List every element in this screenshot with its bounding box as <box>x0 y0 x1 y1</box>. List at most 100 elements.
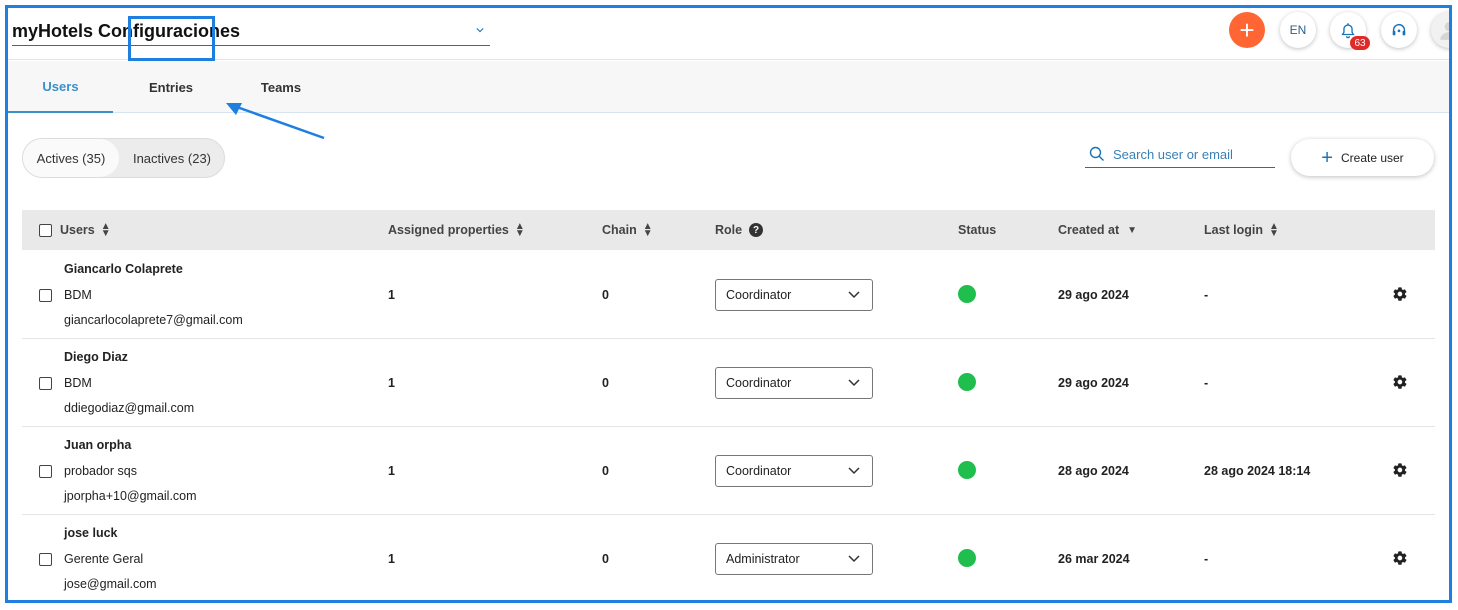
col-created-at-label: Created at <box>1058 223 1120 237</box>
language-button[interactable]: EN <box>1280 12 1316 48</box>
select-all-checkbox-cell <box>39 210 52 250</box>
role-select-value: Administrator <box>726 552 800 566</box>
user-email: ddiegodiaz@gmail.com <box>64 401 195 415</box>
status-indicator <box>958 549 976 567</box>
col-assigned-properties-label: Assigned properties <box>388 223 509 237</box>
search-icon <box>1089 146 1104 161</box>
sort-icon: ▲ ▼ <box>100 221 111 239</box>
status-filter: Actives (35) Inactives (23) <box>22 138 225 178</box>
chain-value: 0 <box>602 376 609 390</box>
notification-badge: 63 <box>1350 36 1370 50</box>
col-assigned-properties[interactable]: Assigned properties ▲ ▼ <box>388 210 525 250</box>
col-users[interactable]: Users ▲ ▼ <box>60 210 111 250</box>
top-header: myHotels Configuraciones + EN 63 <box>8 8 1449 60</box>
hotel-selector[interactable]: myHotels Configuraciones <box>12 18 490 46</box>
notifications-button[interactable]: 63 <box>1330 12 1370 50</box>
col-role: Role ? <box>715 210 764 250</box>
col-chain[interactable]: Chain ▲ ▼ <box>602 210 653 250</box>
search-input[interactable] <box>1113 146 1273 162</box>
assigned-properties-value: 1 <box>388 288 395 302</box>
sort-desc-icon: ▼ <box>1127 224 1138 236</box>
created-at-value: 26 mar 2024 <box>1058 552 1130 566</box>
chevron-down-icon <box>848 379 860 387</box>
plus-icon: + <box>1321 146 1333 169</box>
user-name: Giancarlo Colaprete <box>64 262 183 276</box>
last-login-value: - <box>1204 376 1209 390</box>
gear-icon[interactable] <box>1392 462 1408 478</box>
user-name: jose luck <box>64 526 118 540</box>
status-indicator <box>958 461 976 479</box>
plus-icon: + <box>1239 15 1255 45</box>
col-last-login[interactable]: Last login ▲ ▼ <box>1204 210 1279 250</box>
role-select[interactable]: Administrator <box>715 543 873 575</box>
col-created-at[interactable]: Created at ▼ <box>1058 210 1137 250</box>
gear-icon[interactable] <box>1392 286 1408 302</box>
chevron-down-icon <box>848 291 860 299</box>
table-header: Users ▲ ▼ Assigned properties ▲ ▼ Chain ▲ ▼… <box>22 210 1435 250</box>
add-button[interactable]: + <box>1229 12 1265 48</box>
search-box <box>1085 141 1275 168</box>
last-login-value: - <box>1204 552 1209 566</box>
create-user-button[interactable]: + Create user <box>1291 139 1434 176</box>
role-select[interactable]: Coordinator <box>715 455 873 487</box>
tab-users[interactable]: Users <box>8 61 113 113</box>
created-at-value: 29 ago 2024 <box>1058 288 1129 302</box>
avatar[interactable] <box>1431 12 1449 48</box>
headset-icon <box>1392 23 1406 36</box>
chevron-down-icon <box>848 467 860 475</box>
user-name: Juan orpha <box>64 438 132 452</box>
col-chain-label: Chain <box>602 223 637 237</box>
tab-entries[interactable]: Entries <box>128 61 214 113</box>
role-select[interactable]: Coordinator <box>715 279 873 311</box>
user-email: giancarlocolaprete7@gmail.com <box>64 313 243 327</box>
inactives-filter-button[interactable]: Inactives (23) <box>119 139 225 177</box>
user-avatar-icon <box>1440 22 1449 40</box>
table-row: Giancarlo Colaprete BDM giancarlocolapre… <box>22 251 1435 339</box>
status-indicator <box>958 373 976 391</box>
user-position: Gerente Geral <box>64 552 144 566</box>
role-select-value: Coordinator <box>726 288 792 302</box>
col-last-login-label: Last login <box>1204 223 1264 237</box>
role-select-value: Coordinator <box>726 376 792 390</box>
chevron-down-icon <box>476 28 484 33</box>
assigned-properties-value: 1 <box>388 552 395 566</box>
user-email: jose@gmail.com <box>64 577 157 591</box>
user-position: probador sqs <box>64 464 137 478</box>
support-button[interactable] <box>1381 12 1417 48</box>
created-at-value: 29 ago 2024 <box>1058 376 1129 390</box>
gear-icon[interactable] <box>1392 550 1408 566</box>
annotation-arrow-icon <box>226 103 325 140</box>
row-checkbox[interactable] <box>39 377 52 390</box>
chain-value: 0 <box>602 552 609 566</box>
col-role-label: Role <box>715 223 743 237</box>
actives-filter-button[interactable]: Actives (35) <box>23 139 119 177</box>
col-users-label: Users <box>60 223 95 237</box>
language-label: EN <box>1289 23 1307 37</box>
role-select-value: Coordinator <box>726 464 792 478</box>
chain-value: 0 <box>602 288 609 302</box>
create-user-label: Create user <box>1340 150 1404 165</box>
role-select[interactable]: Coordinator <box>715 367 873 399</box>
app-frame: myHotels Configuraciones + EN 63 Users E… <box>5 5 1452 603</box>
row-checkbox[interactable] <box>39 289 52 302</box>
user-email: jporpha+10@gmail.com <box>64 489 197 503</box>
row-checkbox[interactable] <box>39 465 52 478</box>
last-login-value: - <box>1204 288 1209 302</box>
assigned-properties-value: 1 <box>388 464 395 478</box>
chain-value: 0 <box>602 464 609 478</box>
col-status: Status <box>958 210 996 250</box>
user-position: BDM <box>64 376 92 390</box>
user-name: Diego Diaz <box>64 350 128 364</box>
sort-icon: ▲ ▼ <box>514 221 525 239</box>
help-icon[interactable]: ? <box>749 223 764 237</box>
status-indicator <box>958 285 976 303</box>
user-position: BDM <box>64 288 92 302</box>
gear-icon[interactable] <box>1392 374 1408 390</box>
table-row: jose luck Gerente Geral jose@gmail.com 1… <box>22 515 1435 600</box>
sort-icon: ▲ ▼ <box>1269 221 1279 239</box>
select-all-checkbox[interactable] <box>39 223 52 237</box>
sort-icon: ▲ ▼ <box>642 221 653 239</box>
row-checkbox[interactable] <box>39 553 52 566</box>
col-status-label: Status <box>958 223 997 237</box>
chevron-down-icon <box>848 555 860 563</box>
